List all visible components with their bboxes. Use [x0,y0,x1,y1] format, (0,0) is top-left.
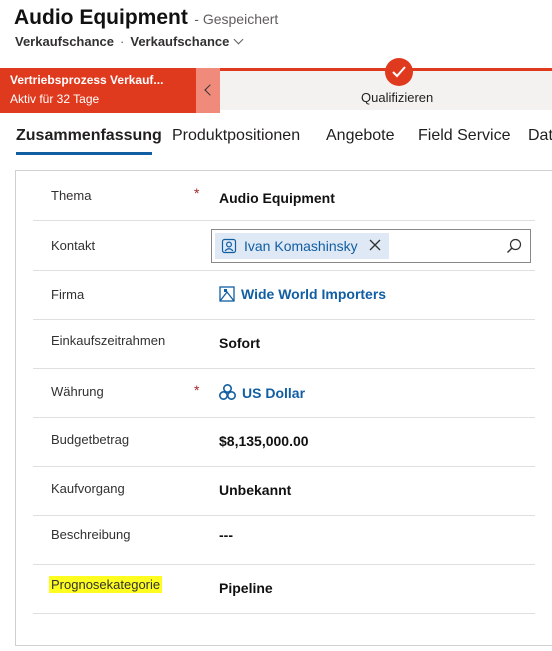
budget-field[interactable]: $8,135,000.00 [219,433,309,449]
entity-name: Verkaufschance [15,34,115,49]
field-row-contact: Kontakt Ivan Komashinsky [33,221,535,271]
forecast-category-field[interactable]: Pipeline [219,580,273,596]
stage-qualify-button[interactable] [385,58,413,86]
description-field[interactable]: --- [219,527,233,543]
contact-chip[interactable]: Ivan Komashinsky [215,233,389,259]
field-row-purchase-timeframe: Einkaufszeitrahmen Sofort [33,320,535,369]
field-label: Prognosekategorie [49,576,163,593]
record-title: Audio Equipment [14,6,188,29]
currency-link[interactable]: US Dollar [242,385,305,401]
process-age: Aktiv für 32 Tage [10,92,100,106]
search-icon[interactable] [506,238,522,254]
account-field[interactable]: Wide World Importers [219,286,386,302]
tab-product-lines[interactable]: Produktpositionen [172,127,300,145]
field-row-topic: Thema * Audio Equipment [33,172,535,221]
field-label: Kaufvorgang [51,481,125,496]
tab-quotes[interactable]: Angebote [326,127,395,145]
process-flyout[interactable]: Vertriebsprozess Verkauf... Aktiv für 32… [0,68,196,113]
tab-field-service[interactable]: Field Service [418,127,510,145]
save-status: - Gespeichert [194,11,279,27]
contact-icon [221,238,237,254]
form-selector[interactable]: Verkaufschance [130,34,244,49]
purchase-process-field[interactable]: Unbekannt [219,482,291,498]
active-tab-indicator [16,152,152,155]
field-row-description: Beschreibung --- [33,516,535,565]
required-marker: * [194,185,200,201]
form-tabs: Zusammenfassung Produktpositionen Angebo… [0,127,552,157]
tab-summary[interactable]: Zusammenfassung [16,127,162,145]
field-label: Kontakt [51,238,96,253]
field-label: Thema [51,188,92,203]
checkmark-icon [392,66,406,78]
business-process-bar: Vertriebsprozess Verkauf... Aktiv für 32… [0,58,552,113]
purchase-timeframe-field[interactable]: Sofort [219,335,260,351]
field-label: Währung [51,384,104,399]
collapse-process-button[interactable] [196,68,220,113]
currency-icon [219,384,236,400]
account-link[interactable]: Wide World Importers [241,286,386,302]
field-row-purchase-process: Kaufvorgang Unbekannt [33,467,535,516]
remove-icon[interactable] [368,238,382,252]
field-row-account: Firma Wide World Importers [33,271,535,320]
entity-breadcrumb: Verkaufschance · Verkaufschance [15,34,244,49]
contact-name[interactable]: Ivan Komashinsky [244,238,358,254]
required-marker: * [194,382,200,398]
stage-label[interactable]: Qualifizieren [361,90,433,105]
topic-field[interactable]: Audio Equipment [219,190,335,206]
tab-data[interactable]: Dat [528,127,552,145]
chevron-down-icon [233,34,244,45]
process-name: Vertriebsprozess Verkauf... [10,73,164,87]
account-icon [219,286,235,302]
field-label: Firma [51,287,85,302]
header: Audio Equipment - Gespeichert [14,6,278,30]
field-row-forecast-category: Prognosekategorie Pipeline [33,565,535,614]
separator: · [120,34,125,49]
field-label: Beschreibung [51,527,131,542]
highlighted-label: Prognosekategorie [49,576,163,593]
currency-field[interactable]: US Dollar [219,384,305,401]
form-selector-label: Verkaufschance [130,34,230,49]
field-label: Budgetbetrag [51,432,130,447]
field-row-currency: Währung * US Dollar [33,369,535,418]
contact-lookup[interactable]: Ivan Komashinsky [211,229,531,263]
field-row-budget: Budgetbetrag $8,135,000.00 [33,418,535,467]
field-label: Einkaufszeitrahmen [51,333,166,348]
